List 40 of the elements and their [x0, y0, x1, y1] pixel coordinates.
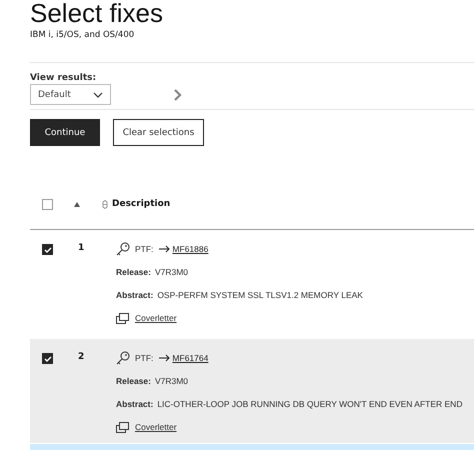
- table-row[interactable]: 2 PTF: MF61764 Release: V7R3M0 Abstract: LIC-OTHER-LOOP JOB RUNNING DB QUERY WON'T END EVEN AFTER END Coverletter: [30, 339, 474, 443]
- abstract-label: Abstract:: [116, 290, 154, 300]
- checkbox[interactable]: [42, 244, 53, 255]
- column-header[interactable]: Description: [112, 199, 170, 209]
- table-row[interactable]: 1 PTF: MF61886 Release: V7R3M0 Abstract: OSP-PERFM SYSTEM SSL TLSV1.2 MEMORY LEAK Coverletter: [30, 230, 474, 334]
- checkbox[interactable]: [42, 198, 53, 210]
- abstract-label: Abstract:: [116, 399, 154, 409]
- release-label: Release:: [116, 376, 151, 386]
- sort-icon: [102, 200, 108, 208]
- chevron-right-icon: [173, 88, 182, 100]
- windows-icon: [116, 312, 129, 324]
- sort-ascending-icon: [74, 202, 80, 206]
- row-number: 1: [78, 243, 86, 253]
- ptf-label: PTF:: [135, 244, 154, 254]
- checkbox[interactable]: [42, 353, 53, 364]
- clear-selections-button[interactable]: Clear selections: [113, 119, 204, 146]
- field-label: View results:: [30, 73, 98, 83]
- release-value: V7R3M0: [154, 267, 188, 277]
- abstract-text: LIC-OTHER-LOOP JOB RUNNING DB QUERY WON'T END EVEN AFTER END: [157, 399, 462, 409]
- release-label: Release:: [116, 267, 151, 277]
- page-title: Select fixes: [30, 0, 164, 27]
- arrow-right-icon: [159, 245, 170, 253]
- continue-button[interactable]: Continue: [30, 119, 100, 146]
- coverletter-link[interactable]: Coverletter: [135, 313, 177, 323]
- abstract-text: OSP-PERFM SYSTEM SSL TLSV1.2 MEMORY LEAK: [157, 290, 363, 300]
- row-number: 2: [78, 352, 86, 362]
- ptf-label: PTF:: [135, 353, 154, 363]
- page-subtitle: IBM i, i5/OS, and OS/400: [30, 30, 136, 40]
- key-icon: [116, 351, 130, 365]
- ptf-link[interactable]: MF61886: [159, 244, 208, 254]
- checkmark-icon: [43, 245, 52, 254]
- view-results-dropdown[interactable]: Default: [30, 84, 111, 105]
- ptf-link[interactable]: MF61764: [159, 353, 208, 363]
- coverletter-link[interactable]: Coverletter: [135, 422, 177, 432]
- windows-icon: [116, 422, 129, 432]
- release-value: V7R3M0: [154, 376, 188, 386]
- checkmark-icon: [43, 354, 52, 363]
- chevron-down-icon: [93, 92, 103, 98]
- key-icon: [116, 242, 130, 256]
- arrow-right-icon: [159, 354, 170, 362]
